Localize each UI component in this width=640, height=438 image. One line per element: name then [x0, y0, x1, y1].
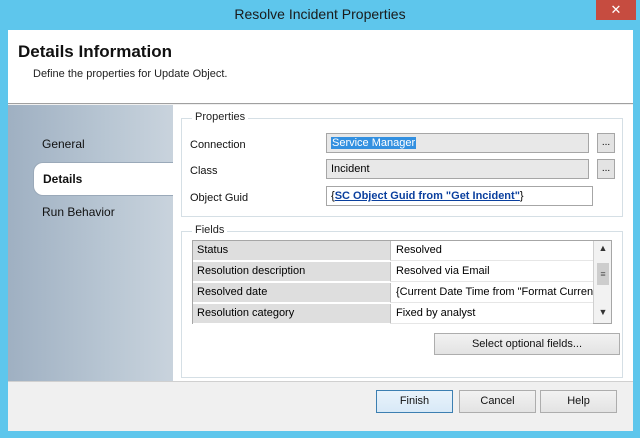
object-guid-link[interactable]: SC Object Guid from "Get Incident"	[335, 190, 520, 202]
page-title: Details Information	[18, 42, 172, 61]
connection-label: Connection	[190, 139, 246, 151]
field-name: Resolution description	[193, 262, 391, 282]
field-value[interactable]: Resolved via Email	[391, 262, 593, 282]
nav-item-general[interactable]: General	[42, 137, 85, 151]
chevron-up-icon[interactable]: ▲	[594, 243, 612, 257]
table-row[interactable]: Resolution category Fixed by analyst	[193, 304, 593, 325]
properties-legend: Properties	[192, 111, 249, 123]
window-title: Resolve Incident Properties	[234, 6, 406, 22]
title-bar[interactable]: Resolve Incident Properties ✕	[0, 0, 640, 30]
object-guid-close-brace: }	[519, 190, 524, 202]
help-button[interactable]: Help	[540, 390, 617, 413]
scroll-thumb[interactable]: ≡	[597, 263, 609, 285]
object-guid-label: Object Guid	[190, 192, 249, 204]
dialog-client: Details Information Define the propertie…	[8, 30, 633, 431]
nav-item-run-behavior[interactable]: Run Behavior	[42, 205, 115, 219]
class-label: Class	[190, 165, 218, 177]
connection-browse-button[interactable]: ...	[597, 133, 615, 153]
table-row[interactable]: Resolution description Resolved via Emai…	[193, 262, 593, 283]
field-name: Resolved date	[193, 283, 391, 303]
dialog-window: Resolve Incident Properties ✕ Details In…	[0, 0, 640, 438]
field-value[interactable]: Fixed by analyst	[391, 304, 593, 324]
field-value[interactable]: {Current Date Time from "Format Curren	[391, 283, 593, 303]
button-bar: Finish Cancel Help	[8, 381, 633, 431]
page-subtitle: Define the properties for Update Object.	[33, 68, 228, 80]
field-name: Status	[193, 241, 391, 261]
object-guid-field[interactable]: {SC Object Guid from "Get Incident"}	[326, 186, 593, 206]
close-button[interactable]: ✕	[596, 0, 636, 20]
class-value: Incident	[331, 163, 370, 175]
close-icon: ✕	[610, 2, 622, 17]
details-panel: Properties Connection Service Manager ..…	[173, 105, 633, 381]
fields-grid: Status Resolved Resolution description R…	[192, 240, 612, 324]
chevron-down-icon[interactable]: ▼	[594, 307, 612, 321]
connection-field[interactable]: Service Manager	[326, 133, 589, 153]
properties-group: Properties Connection Service Manager ..…	[181, 111, 623, 217]
nav-item-details-label: Details	[43, 172, 83, 186]
navigation-pane: General Details Run Behavior	[8, 105, 173, 381]
table-row[interactable]: Resolved date {Current Date Time from "F…	[193, 283, 593, 304]
connection-value: Service Manager	[331, 137, 417, 149]
field-name: Resolution category	[193, 304, 391, 324]
class-browse-button[interactable]: ...	[597, 159, 615, 179]
fields-group: Fields Status Resolved Resolution descri…	[181, 224, 623, 378]
cancel-button[interactable]: Cancel	[459, 390, 536, 413]
field-value[interactable]: Resolved	[391, 241, 593, 261]
fields-legend: Fields	[192, 224, 228, 236]
nav-item-details[interactable]: Details	[33, 162, 173, 196]
table-row[interactable]: Status Resolved	[193, 241, 593, 262]
select-optional-fields-button[interactable]: Select optional fields...	[434, 333, 620, 355]
header-panel: Details Information Define the propertie…	[8, 30, 633, 104]
finish-button[interactable]: Finish	[376, 390, 453, 413]
class-field[interactable]: Incident	[326, 159, 589, 179]
fields-scrollbar[interactable]: ▲ ≡ ▼	[593, 241, 611, 323]
